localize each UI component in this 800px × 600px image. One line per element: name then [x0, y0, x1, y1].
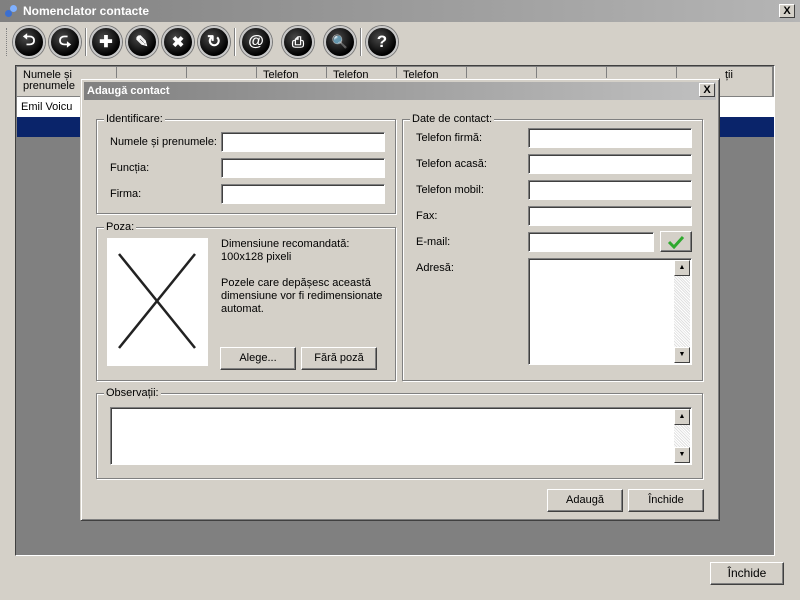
window-title: Nomenclator contacte	[23, 4, 150, 18]
name-label: Numele și prenumele:	[110, 136, 217, 148]
toolbar-grip[interactable]	[6, 28, 9, 56]
photo-info-line: Pozele care depășesc această	[221, 277, 371, 289]
address-scrollbar[interactable]: ▲ ▼	[674, 260, 690, 363]
no-photo-button[interactable]: Fără poză	[301, 347, 377, 370]
search-icon: 🔍	[331, 34, 349, 49]
help-icon: ?	[376, 32, 388, 51]
refresh-button[interactable]: ↻	[198, 26, 230, 58]
delete-button[interactable]: ✖	[162, 26, 194, 58]
photo-info-line: Dimensiune recomandată:	[221, 238, 350, 250]
toolbar-separator	[234, 28, 236, 56]
notes-scrollbar[interactable]: ▲ ▼	[674, 409, 690, 463]
email-field[interactable]	[528, 232, 654, 252]
dialog-close-button[interactable]: X	[699, 83, 715, 97]
email-icon: @	[248, 33, 264, 50]
phone-company-field[interactable]	[528, 128, 692, 148]
scroll-up-arrow-icon[interactable]: ▲	[674, 409, 690, 425]
main-close-button[interactable]: Închide	[710, 562, 784, 585]
add-icon: ✚	[99, 34, 113, 51]
scroll-up-arrow-icon[interactable]: ▲	[674, 260, 690, 276]
validate-email-button[interactable]	[660, 231, 692, 252]
notes-legend: Observații:	[104, 387, 161, 399]
scroll-down-arrow-icon[interactable]: ▼	[674, 347, 690, 363]
forward-icon: ⮎	[58, 31, 72, 49]
function-label: Funcția:	[110, 162, 150, 174]
row-name-cell: Emil Voicu	[21, 101, 73, 113]
app-contacts-icon	[4, 4, 18, 18]
edit-icon: ✎	[135, 34, 149, 51]
back-icon: ⮌	[22, 31, 36, 49]
back-button[interactable]: ⮌	[13, 26, 45, 58]
delete-icon: ✖	[171, 34, 185, 51]
refresh-icon: ↻	[206, 32, 222, 51]
phone-home-field[interactable]	[528, 154, 692, 174]
email-label: E-mail:	[416, 236, 451, 248]
photo-legend: Poza:	[104, 221, 137, 233]
fax-field[interactable]	[528, 206, 692, 226]
phone-mobile-label: Telefon mobil:	[416, 184, 484, 196]
photo-info-line: dimensiune vor fi redimensionate	[221, 290, 383, 302]
scroll-down-arrow-icon[interactable]: ▼	[674, 447, 690, 463]
photo-placeholder[interactable]	[107, 238, 208, 366]
add-button[interactable]: ✚	[90, 26, 122, 58]
phone-mobile-field[interactable]	[528, 180, 692, 200]
help-button[interactable]: ?	[366, 26, 398, 58]
fax-label: Fax:	[416, 210, 438, 222]
address-field[interactable]: ▲ ▼	[528, 258, 692, 365]
dialog-close-text-button[interactable]: Închide	[628, 489, 704, 512]
choose-photo-button[interactable]: Alege...	[220, 347, 296, 370]
notes-field[interactable]: ▲ ▼	[110, 407, 692, 465]
toolbar: ⮌ ⮎ ✚ ✎ ✖ ↻ @ ⎙ 🔍 ?	[0, 22, 800, 62]
print-button[interactable]: ⎙	[282, 26, 314, 58]
window-close-button[interactable]: X	[779, 4, 795, 18]
phone-home-label: Telefon acasă:	[416, 158, 487, 170]
print-icon: ⎙	[291, 33, 304, 51]
photo-info-line: automat.	[221, 303, 264, 315]
identificare-legend: Identificare:	[104, 113, 165, 125]
company-field[interactable]	[221, 184, 385, 204]
forward-button[interactable]: ⮎	[49, 26, 81, 58]
email-button[interactable]: @	[240, 26, 272, 58]
function-field[interactable]	[221, 158, 385, 178]
checkmark-icon	[667, 235, 685, 250]
toolbar-separator	[85, 28, 87, 56]
dialog-titlebar: Adaugă contact	[84, 82, 716, 100]
name-field[interactable]	[221, 132, 385, 152]
company-label: Firma:	[110, 188, 142, 200]
address-label: Adresă:	[416, 262, 454, 274]
photo-info-line: 100x128 pixeli	[221, 251, 292, 263]
edit-button[interactable]: ✎	[126, 26, 158, 58]
phone-company-label: Telefon firmă:	[416, 132, 483, 144]
toolbar-separator	[360, 28, 362, 56]
search-button[interactable]: 🔍	[324, 26, 356, 58]
add-contact-button[interactable]: Adaugă	[547, 489, 623, 512]
no-photo-cross-icon	[118, 253, 196, 349]
add-contact-dialog: Adaugă contact X Identificare: Numele și…	[80, 78, 720, 521]
dialog-title: Adaugă contact	[87, 85, 170, 97]
window-titlebar: Nomenclator contacte	[0, 0, 800, 22]
contact-data-legend: Date de contact:	[410, 113, 495, 125]
